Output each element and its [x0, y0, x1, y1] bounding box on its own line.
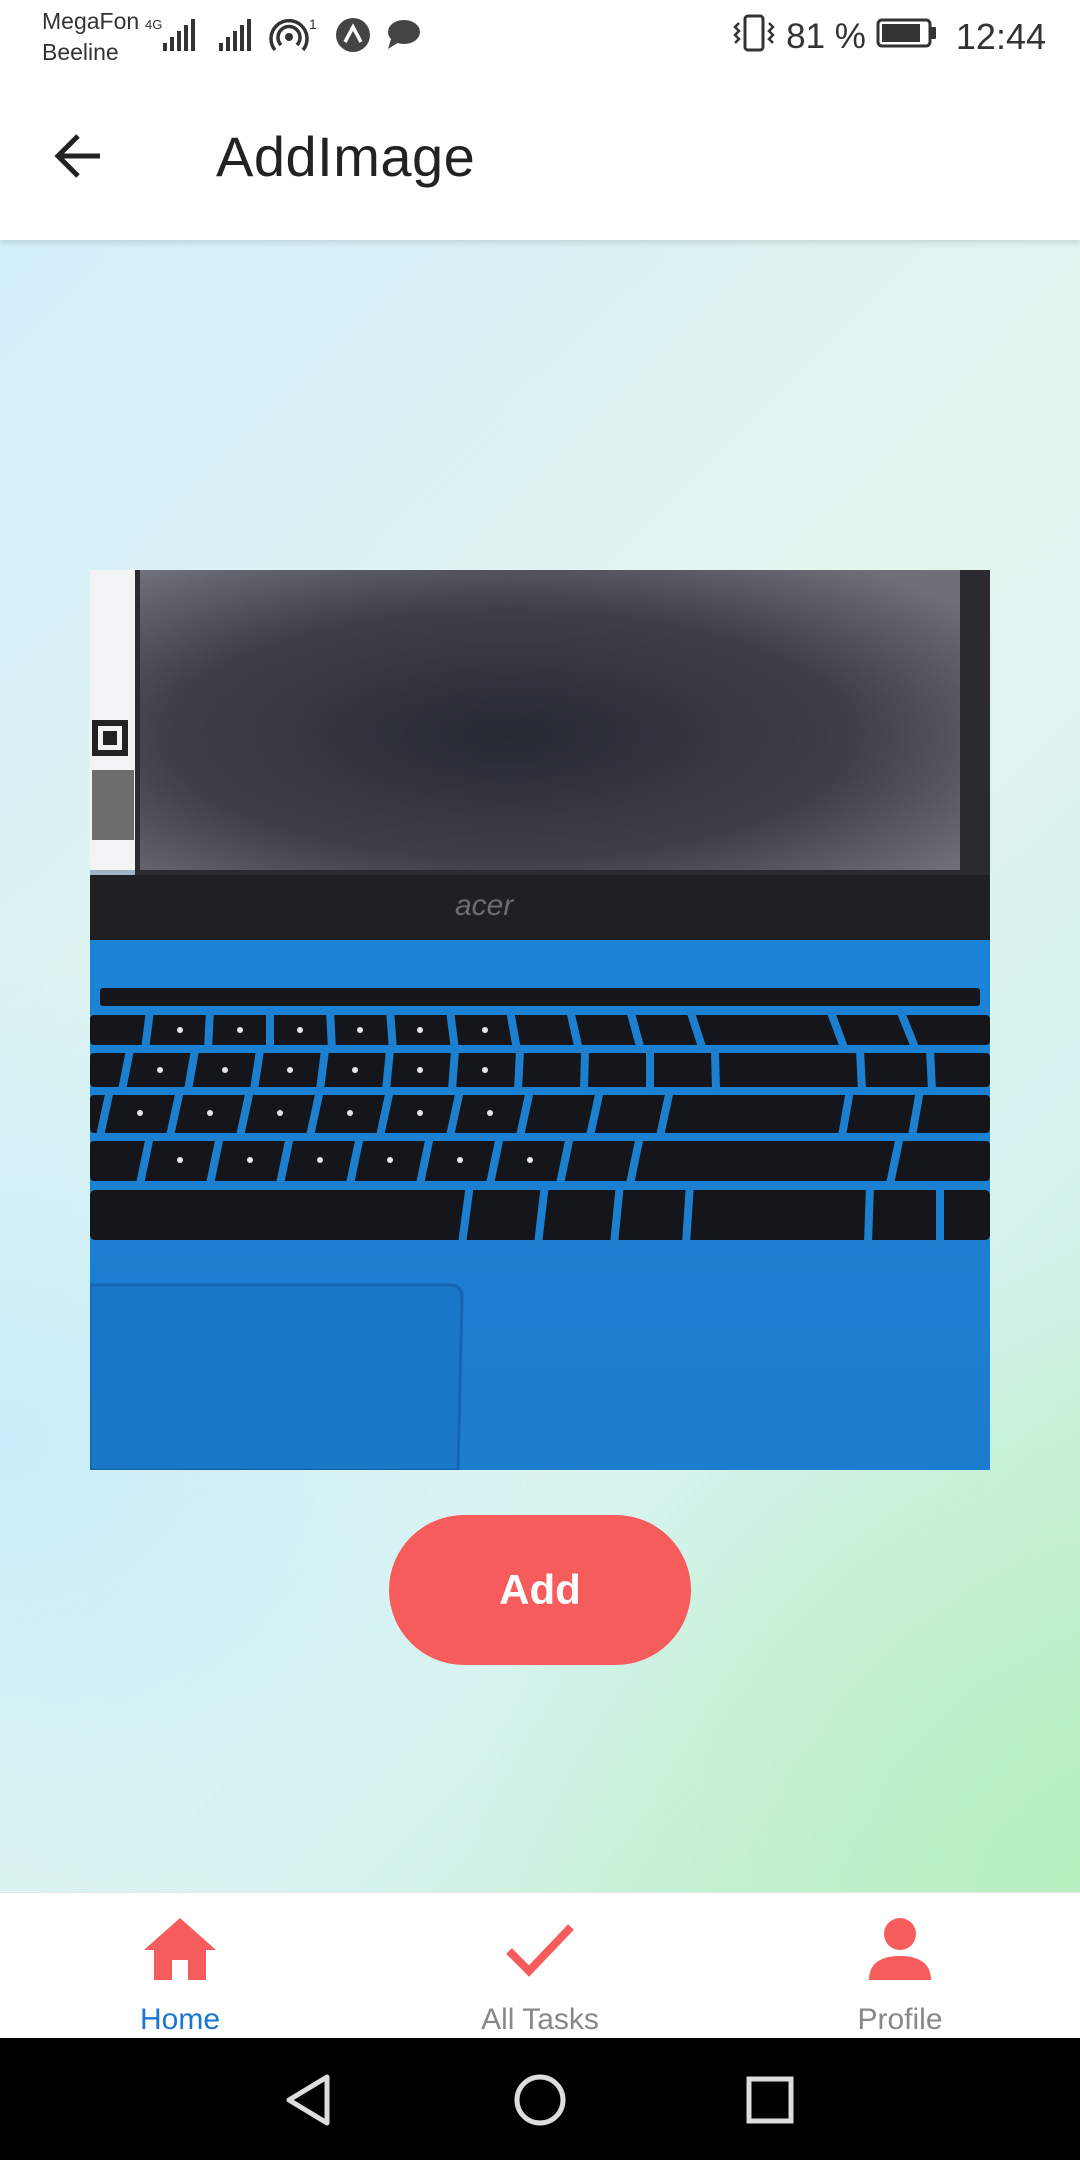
person-icon — [770, 1913, 1030, 1985]
nav-item-home[interactable]: Home — [50, 1893, 310, 2039]
message-icon — [385, 17, 421, 58]
hotspot-icon: 1 — [269, 15, 321, 60]
carrier-info: MegaFon Beeline — [42, 6, 139, 68]
laptop-photo: acer — [90, 570, 990, 1470]
content-area: acer Add — [0, 240, 1080, 1892]
bottom-navigation: Home All Tasks Profile — [0, 1892, 1080, 2038]
carrier-1: MegaFon — [42, 8, 140, 34]
nav-label-profile: Profile — [857, 2003, 943, 2036]
battery-icon — [876, 17, 938, 58]
system-navigation-bar — [0, 2038, 1080, 2160]
home-icon — [50, 1913, 310, 1985]
screen: MegaFon Beeline 4G 1 81 % 12:44 AddImage… — [0, 0, 1080, 2160]
system-back-button[interactable] — [276, 2068, 340, 2132]
nav-item-profile[interactable]: Profile — [770, 1893, 1030, 2039]
page-title: AddImage — [216, 125, 476, 188]
signal-icon — [215, 15, 255, 60]
system-recents-button[interactable] — [738, 2068, 802, 2132]
clock: 12:44 — [955, 16, 1046, 57]
notification-badge: 1 — [309, 16, 317, 32]
signal-icon: 4G — [145, 15, 201, 60]
nav-label-home: Home — [139, 2003, 221, 2036]
add-button[interactable]: Add — [389, 1515, 691, 1665]
system-home-button[interactable] — [508, 2068, 572, 2132]
laptop-brand-text: acer — [455, 889, 514, 922]
battery-percent: 81 % — [786, 17, 866, 56]
status-icons-right: 81 % 12:44 — [732, 12, 1046, 62]
nav-item-all-tasks[interactable]: All Tasks — [410, 1893, 670, 2039]
carrier-2: Beeline — [42, 39, 119, 65]
network-type: 4G — [145, 17, 162, 32]
vibrate-icon — [732, 13, 776, 62]
app-bar: AddImage — [0, 76, 1080, 240]
back-triangle-icon — [286, 2074, 330, 2126]
app-notification-icon — [335, 17, 371, 58]
status-icons-left: 4G 1 — [145, 12, 421, 62]
selected-image[interactable]: acer — [90, 570, 990, 1470]
check-icon — [410, 1913, 670, 1985]
nav-label-all-tasks: All Tasks — [481, 2003, 599, 2036]
recents-square-icon — [746, 2076, 794, 2124]
status-bar: MegaFon Beeline 4G 1 81 % 12:44 — [0, 0, 1080, 76]
back-button[interactable] — [40, 118, 116, 194]
home-circle-icon — [514, 2074, 566, 2126]
arrow-back-icon — [54, 134, 100, 178]
